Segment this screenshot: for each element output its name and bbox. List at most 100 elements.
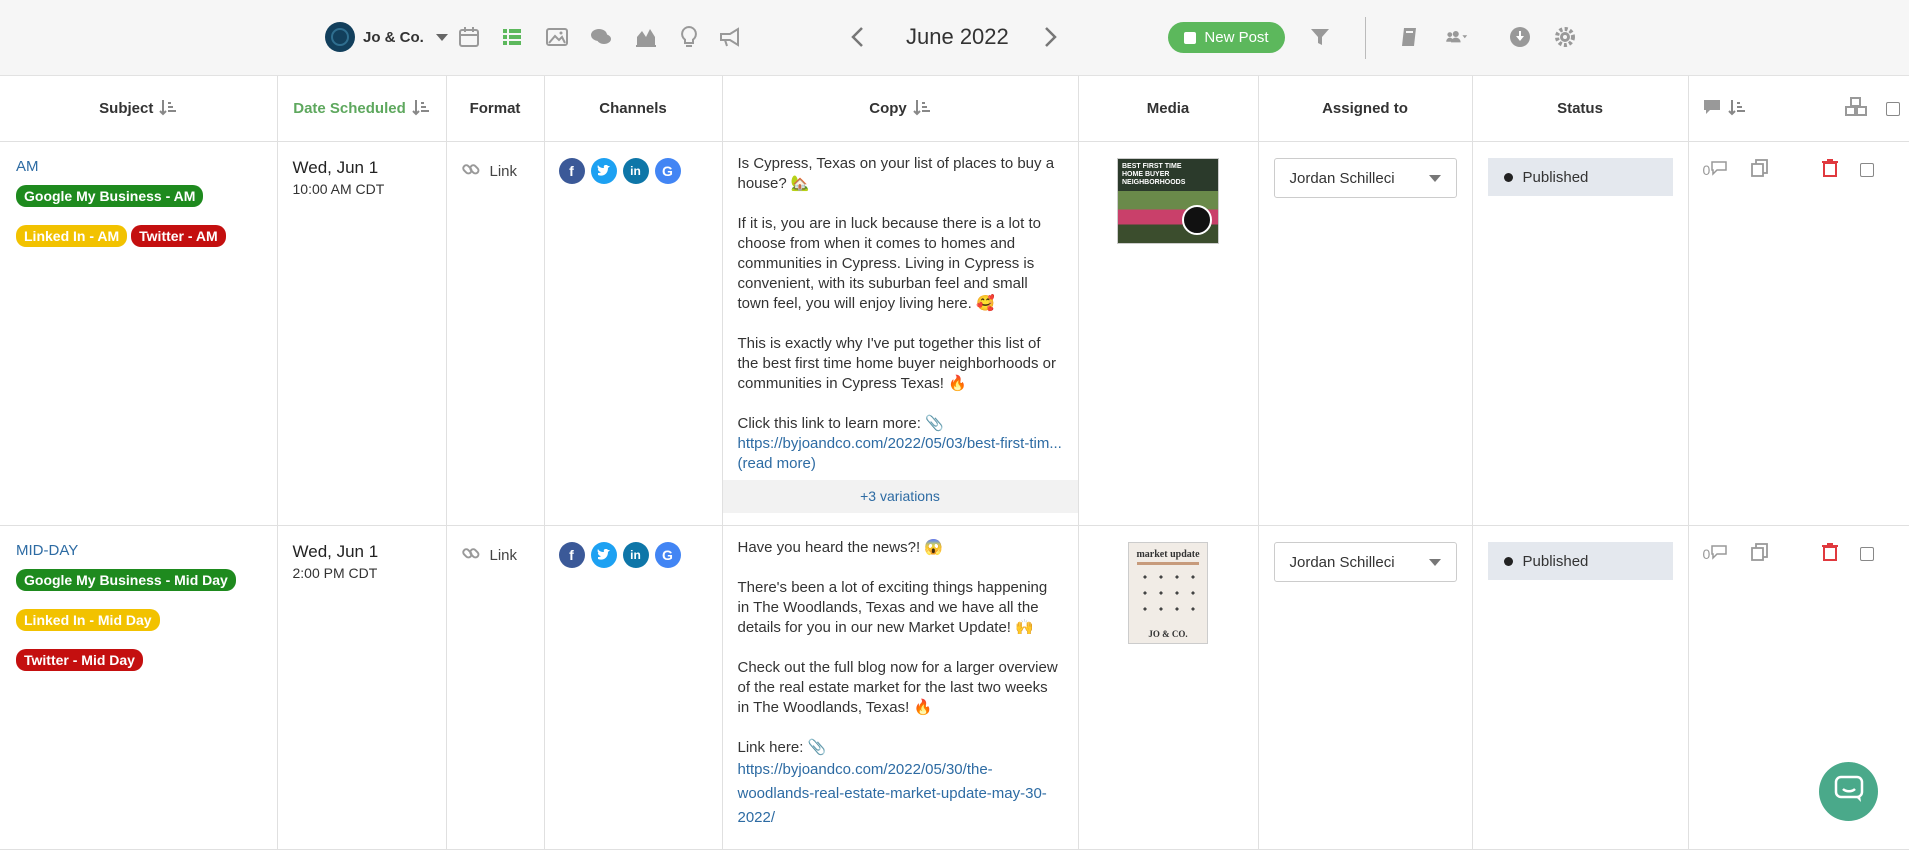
comment-count: 0 xyxy=(1702,545,1711,562)
assignee-dropdown[interactable]: Jordan Schilleci xyxy=(1273,158,1457,198)
variations-link[interactable]: +3 variations xyxy=(722,480,1078,513)
cubes-icon[interactable] xyxy=(1844,96,1868,121)
posts-table: Subject Date Scheduled Format Channels C… xyxy=(0,76,1909,850)
table-row[interactable]: MID-DAY Google My Business - Mid Day Lin… xyxy=(0,525,1909,850)
copy-paragraph: There's been a lot of exciting things ha… xyxy=(737,579,1048,636)
select-all-checkbox[interactable] xyxy=(1885,101,1900,116)
delete-trash-icon[interactable] xyxy=(1822,543,1839,564)
channels-cell: f in G xyxy=(544,525,723,850)
link-icon xyxy=(461,160,480,182)
sort-icon[interactable] xyxy=(1727,98,1746,120)
table-row[interactable]: AM Google My Business - AM Linked In - A… xyxy=(0,141,1909,526)
linkedin-icon: in xyxy=(622,542,649,568)
current-month: June 2022 xyxy=(906,24,1009,49)
copy-paragraph: If it is, you are in luck because there … xyxy=(737,215,1042,312)
download-icon[interactable] xyxy=(1508,25,1532,49)
comment-count: 0 xyxy=(1702,161,1711,178)
copy-link[interactable]: https://byjoandco.com/2022/05/30/the-woo… xyxy=(738,761,1047,826)
actions-cell: 0 xyxy=(1688,141,1909,526)
chat-icon xyxy=(1834,775,1864,808)
copy-paragraph: Click this link to learn more: 📎 xyxy=(737,415,944,432)
status-label: Published xyxy=(1522,552,1589,570)
filter-icon[interactable] xyxy=(1308,25,1332,49)
read-more-badge xyxy=(1182,205,1212,235)
assignee-dropdown[interactable]: Jordan Schilleci xyxy=(1273,542,1457,582)
sort-icon[interactable] xyxy=(913,98,931,120)
comments-icon[interactable] xyxy=(589,25,613,49)
copy-paragraph: Have you heard the news?! 😱 xyxy=(737,539,943,556)
media-cell: BEST FIRST TIME HOME BUYER NEIGHBORHOODS xyxy=(1078,141,1259,526)
assignee-name: Jordan Schilleci xyxy=(1289,553,1395,571)
megaphone-icon[interactable] xyxy=(718,25,742,49)
tag-google-my-business: Google My Business - Mid Day xyxy=(16,569,236,591)
new-post-icon xyxy=(1184,31,1197,44)
copy-cell: Have you heard the news?! 😱 There's been… xyxy=(722,525,1079,850)
subject-label[interactable]: AM xyxy=(16,158,277,175)
ideas-lightbulb-icon[interactable] xyxy=(677,25,701,49)
tag-twitter: Twitter - AM xyxy=(131,225,226,247)
twitter-icon xyxy=(590,158,617,184)
comment-bubble-icon[interactable] xyxy=(1710,543,1730,564)
brand-name: Jo & Co. xyxy=(363,28,424,46)
workspace-selector[interactable]: Jo & Co. xyxy=(325,22,448,52)
sort-icon[interactable] xyxy=(412,98,430,120)
tag-google-my-business: Google My Business - AM xyxy=(16,185,204,207)
col-header-assigned-to: Assigned to xyxy=(1258,76,1473,142)
media-cell: market update JO & CO. xyxy=(1078,525,1259,850)
linkedin-icon: in xyxy=(622,158,649,184)
link-icon xyxy=(461,544,480,566)
tag-twitter: Twitter - Mid Day xyxy=(16,649,143,671)
media-thumbnail[interactable]: market update JO & CO. xyxy=(1128,542,1208,644)
copy-paragraph: Check out the full blog now for a larger… xyxy=(737,659,1058,716)
calendar-view-icon[interactable] xyxy=(457,25,481,49)
subject-label[interactable]: MID-DAY xyxy=(16,542,277,559)
notebook-icon[interactable] xyxy=(1398,25,1422,49)
format-cell: Link xyxy=(446,525,545,850)
media-thumbnail[interactable]: BEST FIRST TIME HOME BUYER NEIGHBORHOODS xyxy=(1117,158,1219,244)
settings-gear-icon[interactable] xyxy=(1553,25,1577,49)
channels-cell: f in G xyxy=(544,141,723,526)
col-header-subject[interactable]: Subject xyxy=(0,76,278,142)
new-post-button[interactable]: New Post xyxy=(1168,22,1285,53)
format-label: Link xyxy=(489,546,518,564)
status-cell: Published xyxy=(1472,525,1689,850)
row-select-checkbox[interactable] xyxy=(1860,546,1875,561)
copy-cell: Is Cypress, Texas on your list of places… xyxy=(722,141,1079,526)
row-select-checkbox[interactable] xyxy=(1860,162,1875,177)
col-header-status: Status xyxy=(1472,76,1689,142)
team-menu-icon[interactable] xyxy=(1445,25,1485,49)
copy-link[interactable]: https://byjoandco.com/2022/05/03/best-fi… xyxy=(738,435,1062,452)
twitter-icon xyxy=(590,542,617,568)
facebook-icon: f xyxy=(558,542,585,568)
status-badge[interactable]: Published xyxy=(1487,158,1673,196)
previous-month-button[interactable] xyxy=(848,25,868,49)
chevron-down-icon xyxy=(1428,558,1441,566)
scheduled-time: 2:00 PM CDT xyxy=(292,565,378,581)
col-header-date-scheduled[interactable]: Date Scheduled xyxy=(277,76,447,142)
next-month-button[interactable] xyxy=(1040,25,1060,49)
assigned-cell: Jordan Schilleci xyxy=(1258,525,1473,850)
sort-icon[interactable] xyxy=(159,98,177,120)
tag-linked-in: Linked In - Mid Day xyxy=(16,609,160,631)
format-label: Link xyxy=(489,162,518,180)
col-header-copy[interactable]: Copy xyxy=(722,76,1079,142)
status-badge[interactable]: Published xyxy=(1487,542,1673,580)
status-dot xyxy=(1503,556,1513,566)
delete-trash-icon[interactable] xyxy=(1822,159,1839,180)
chat-launcher-button[interactable] xyxy=(1819,762,1878,821)
tag-linked-in: Linked In - AM xyxy=(16,225,128,247)
scheduled-date: Wed, Jun 1 xyxy=(292,158,379,177)
comment-bubble-icon[interactable] xyxy=(1710,159,1730,180)
analytics-icon[interactable] xyxy=(634,25,658,49)
media-library-icon[interactable] xyxy=(545,25,569,49)
format-cell: Link xyxy=(446,141,545,526)
read-more-link[interactable]: (read more) xyxy=(738,455,816,472)
duplicate-icon[interactable] xyxy=(1750,542,1770,565)
copy-paragraph: Link here: 📎 xyxy=(737,739,827,756)
google-icon: G xyxy=(654,158,681,184)
duplicate-icon[interactable] xyxy=(1750,158,1770,181)
date-cell: Wed, Jun 1 10:00 AM CDT xyxy=(277,141,447,526)
col-header-media: Media xyxy=(1078,76,1259,142)
list-view-icon[interactable] xyxy=(500,25,524,49)
copy-paragraph: Is Cypress, Texas on your list of places… xyxy=(737,155,1055,192)
